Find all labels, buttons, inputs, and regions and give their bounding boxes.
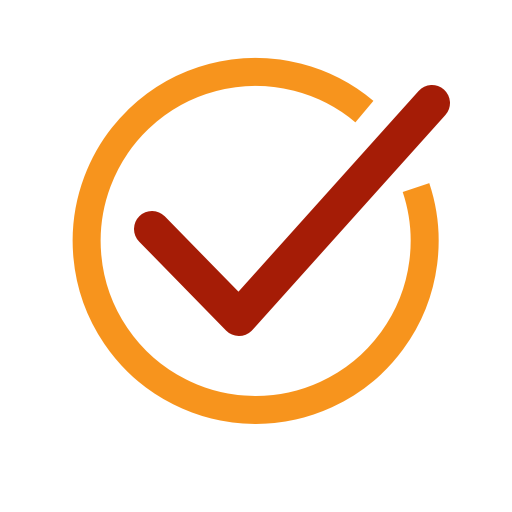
ring-arc — [72, 57, 439, 424]
check-circle-icon — [72, 57, 450, 424]
icon-canvas — [0, 0, 512, 512]
check-mark — [134, 85, 450, 336]
